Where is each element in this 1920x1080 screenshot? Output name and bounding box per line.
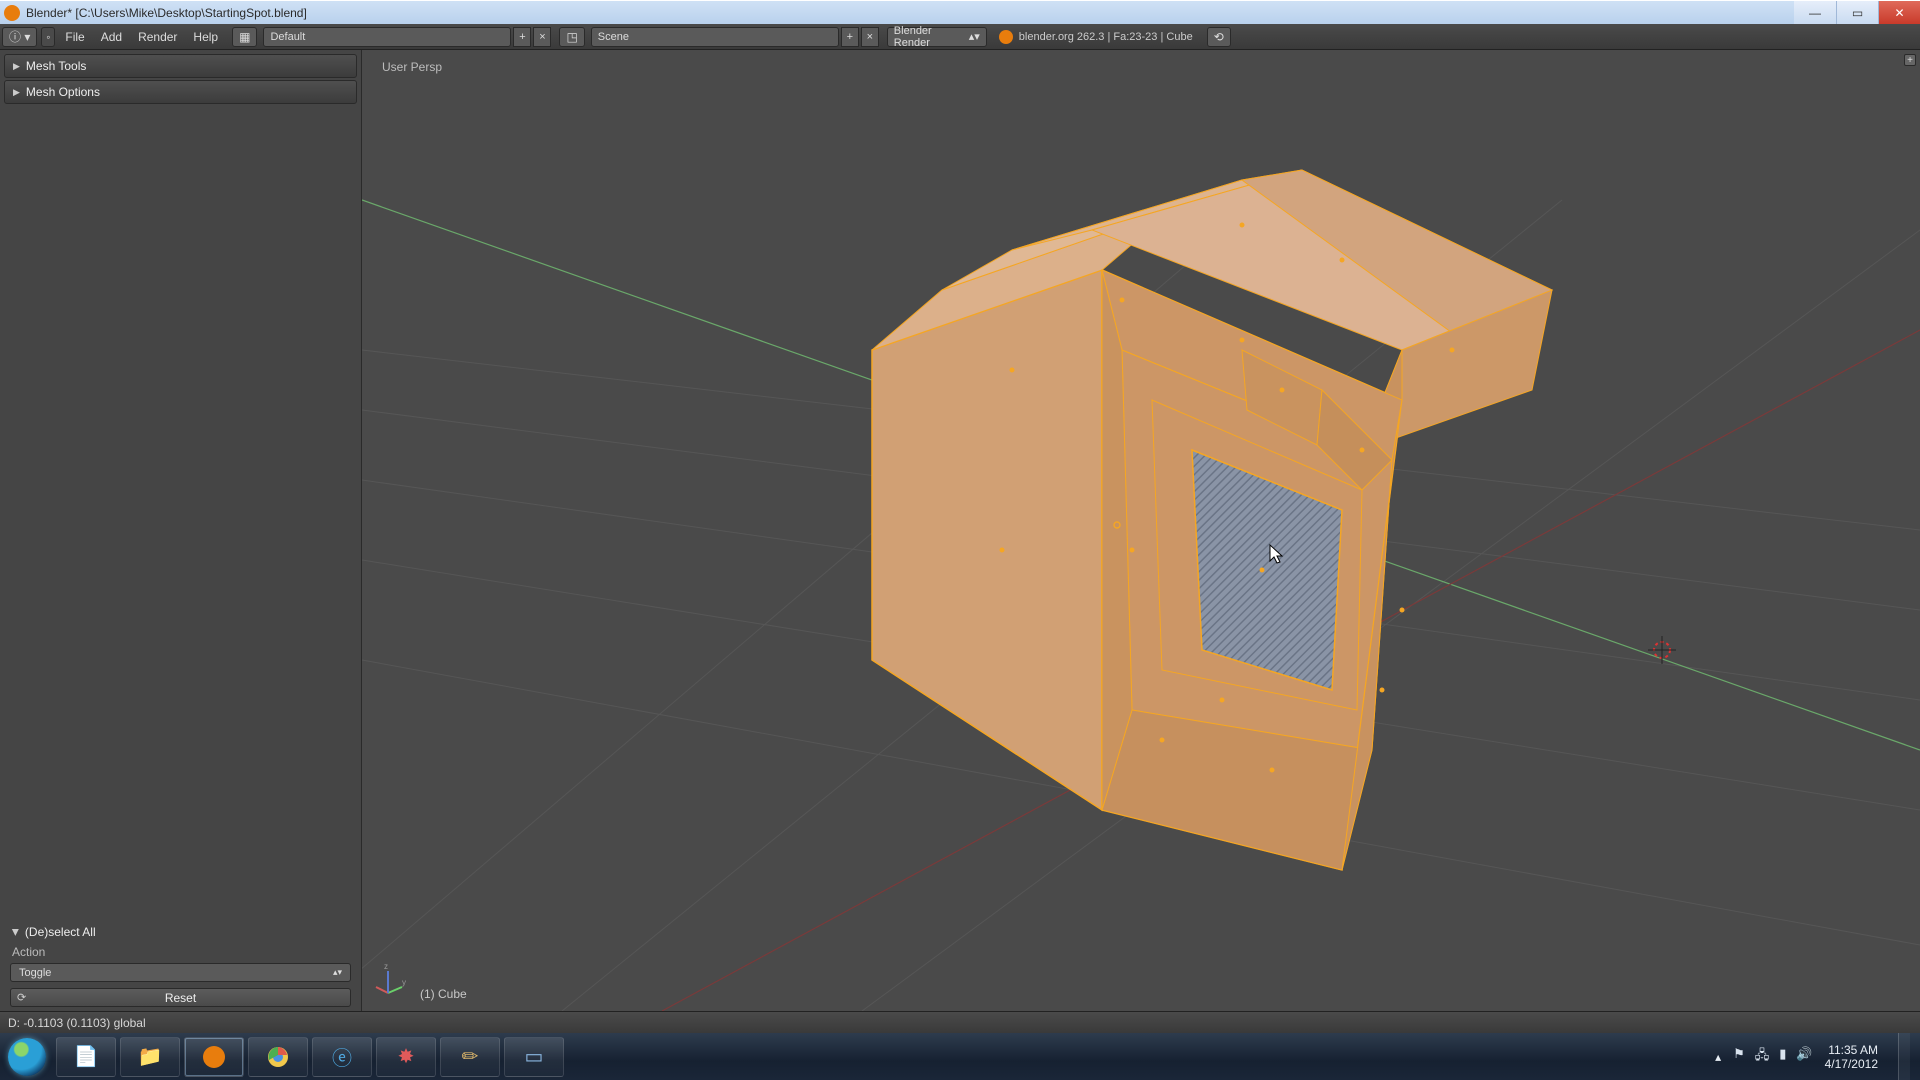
expand-triangle-icon: ▶ (13, 61, 20, 72)
taskbar-app-red[interactable]: ✸ (376, 1037, 436, 1077)
windows-taskbar: 📄 📁 ⓔ ✸ ✏ ▭ ▴ ⚑ 🖧 ▮ 🔊 11:35 AM 4/17/2012 (0, 1033, 1920, 1080)
window-title: Blender* [C:\Users\Mike\Desktop\Starting… (26, 6, 307, 20)
panel-mesh-options[interactable]: ▶ Mesh Options (4, 80, 357, 104)
taskbar-app-window[interactable]: ▭ (504, 1037, 564, 1077)
menu-file[interactable]: File (57, 30, 92, 44)
taskbar-explorer[interactable]: 📁 (120, 1037, 180, 1077)
window-controls: — ▭ ✕ (1794, 1, 1920, 24)
mesh-options-label: Mesh Options (26, 85, 100, 99)
operator-reset-label: Reset (165, 991, 196, 1005)
main-content: ▶ Mesh Tools ▶ Mesh Options ▶ (De)select… (0, 50, 1920, 1011)
render-engine-value: Blender Render (894, 25, 969, 49)
menu-add[interactable]: Add (93, 30, 130, 44)
taskbar-app-brush[interactable]: ✏ (440, 1037, 500, 1077)
axis-gizmo: y z (374, 967, 404, 997)
chevron-updown-icon: ▴▾ (333, 967, 342, 978)
chrome-icon (267, 1046, 289, 1068)
operator-reset-button[interactable]: ⟳ Reset (10, 988, 351, 1007)
operator-title-row[interactable]: ▶ (De)select All (4, 921, 357, 943)
close-button[interactable]: ✕ (1878, 1, 1920, 24)
operator-action-value: Toggle (19, 967, 51, 979)
operator-action-label: Action (4, 943, 357, 963)
battery-icon[interactable]: ▮ (1779, 1046, 1786, 1068)
operator-title: (De)select All (25, 925, 96, 939)
window-titlebar: Blender* [C:\Users\Mike\Desktop\Starting… (0, 0, 1920, 24)
remove-screen-button[interactable]: × (533, 27, 551, 47)
info-header: ⓘ ▾ ◦ File Add Render Help ▦ Default + ×… (0, 24, 1920, 50)
tray-time: 11:35 AM (1825, 1043, 1878, 1057)
screen-browse-icon[interactable]: ▦ (232, 27, 257, 47)
windows-logo-icon (8, 1038, 46, 1076)
blender-icon (4, 5, 20, 21)
3d-cursor-icon (1648, 636, 1676, 664)
mesh-cube (872, 170, 1552, 870)
refresh-icon: ⟳ (17, 991, 26, 1004)
scene-browse-icon[interactable]: ◳ (559, 27, 584, 47)
blender-icon (203, 1046, 225, 1068)
svg-text:z: z (384, 962, 388, 971)
tray-expand-icon[interactable]: ▴ (1715, 1050, 1721, 1064)
chevron-updown-icon: ▴▾ (969, 30, 980, 43)
collapse-menu-icon[interactable]: ◦ (41, 27, 55, 47)
back-to-previous-button[interactable]: ⟲ (1207, 27, 1231, 47)
network-icon[interactable]: 🖧 (1755, 1046, 1770, 1068)
taskbar-notepad[interactable]: 📄 (56, 1037, 116, 1077)
menu-help[interactable]: Help (185, 30, 226, 44)
scene-name-field[interactable]: Scene (591, 27, 839, 47)
system-tray: ▴ ⚑ 🖧 ▮ 🔊 11:35 AM 4/17/2012 (1715, 1033, 1920, 1080)
taskbar-blender[interactable] (184, 1037, 244, 1077)
screen-layout-field[interactable]: Default (263, 27, 511, 47)
scene-name-value: Scene (598, 31, 629, 43)
active-object-label: (1) Cube (420, 987, 467, 1001)
taskbar-chrome[interactable] (248, 1037, 308, 1077)
maximize-button[interactable]: ▭ (1836, 1, 1878, 24)
collapse-triangle-icon: ▶ (10, 929, 21, 936)
tray-clock[interactable]: 11:35 AM 4/17/2012 (1825, 1043, 1878, 1071)
tray-icons: ⚑ 🖧 ▮ 🔊 (1733, 1046, 1813, 1068)
show-desktop-button[interactable] (1898, 1033, 1910, 1080)
render-engine-select[interactable]: Blender Render ▴▾ (887, 27, 987, 47)
remove-scene-button[interactable]: × (861, 27, 879, 47)
3d-viewport[interactable]: User Persp + (362, 50, 1920, 1011)
status-text: D: -0.1103 (0.1103) global (8, 1016, 146, 1030)
panel-mesh-tools[interactable]: ▶ Mesh Tools (4, 54, 357, 78)
blender-logo-icon (999, 30, 1013, 44)
titlebar-left: Blender* [C:\Users\Mike\Desktop\Starting… (4, 5, 307, 21)
mesh-tools-label: Mesh Tools (26, 59, 86, 73)
start-button[interactable] (0, 1033, 54, 1080)
tray-date: 4/17/2012 (1825, 1057, 1878, 1071)
operator-action-select[interactable]: Toggle ▴▾ (10, 963, 351, 982)
editor-type-selector[interactable]: ⓘ ▾ (2, 27, 37, 47)
minimize-button[interactable]: — (1794, 1, 1836, 24)
expand-triangle-icon: ▶ (13, 87, 20, 98)
viewport-canvas (362, 50, 1920, 1011)
status-bar: D: -0.1103 (0.1103) global (0, 1011, 1920, 1033)
tool-sidebar: ▶ Mesh Tools ▶ Mesh Options ▶ (De)select… (0, 50, 362, 1011)
svg-text:y: y (402, 978, 406, 987)
operator-panel: ▶ (De)select All Action Toggle ▴▾ ⟳ Rese… (4, 921, 357, 1007)
header-status-text: blender.org 262.3 | Fa:23-23 | Cube (1019, 31, 1193, 43)
add-screen-button[interactable]: + (513, 27, 531, 47)
taskbar-ie[interactable]: ⓔ (312, 1037, 372, 1077)
add-scene-button[interactable]: + (841, 27, 859, 47)
flag-icon[interactable]: ⚑ (1733, 1046, 1745, 1068)
volume-icon[interactable]: 🔊 (1796, 1046, 1812, 1068)
menu-render[interactable]: Render (130, 30, 185, 44)
screen-layout-value: Default (270, 31, 305, 43)
